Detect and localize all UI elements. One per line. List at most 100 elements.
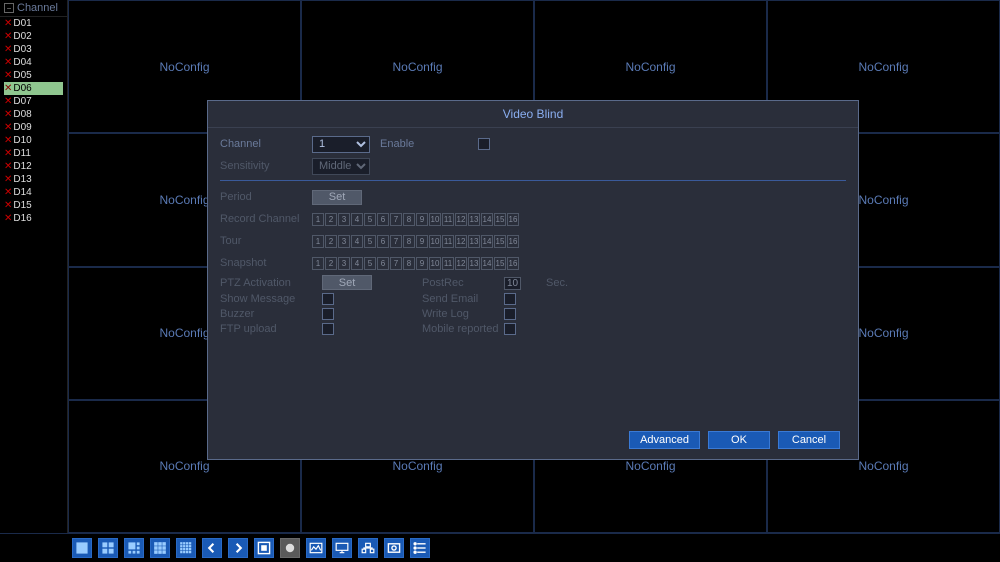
- show-message-checkbox[interactable]: [322, 293, 334, 305]
- mobile-reported-checkbox[interactable]: [504, 323, 516, 335]
- channel-num-box[interactable]: 5: [364, 257, 376, 270]
- channel-item[interactable]: ✕D05: [4, 69, 63, 82]
- channel-item[interactable]: ✕D04: [4, 56, 63, 69]
- channel-num-box[interactable]: 14: [481, 235, 493, 248]
- channel-item[interactable]: ✕D16: [4, 212, 63, 225]
- channel-num-box[interactable]: 7: [390, 213, 402, 226]
- postrec-input[interactable]: 10: [504, 277, 521, 290]
- prev-icon[interactable]: [202, 538, 222, 558]
- channel-num-box[interactable]: 14: [481, 257, 493, 270]
- channel-select[interactable]: 1: [312, 136, 370, 153]
- channel-num-box[interactable]: 15: [494, 257, 506, 270]
- channel-num-box[interactable]: 4: [351, 257, 363, 270]
- ok-button[interactable]: OK: [708, 431, 770, 449]
- channel-num-box[interactable]: 15: [494, 213, 506, 226]
- fullscreen-icon[interactable]: [254, 538, 274, 558]
- list-icon[interactable]: [410, 538, 430, 558]
- channel-num-box[interactable]: 12: [455, 213, 467, 226]
- channel-num-box[interactable]: 7: [390, 257, 402, 270]
- channel-num-box[interactable]: 8: [403, 257, 415, 270]
- enable-checkbox[interactable]: [478, 138, 490, 150]
- x-icon: ✕: [4, 57, 12, 68]
- channel-num-box[interactable]: 1: [312, 213, 324, 226]
- channel-num-box[interactable]: 6: [377, 257, 389, 270]
- channel-num-box[interactable]: 6: [377, 235, 389, 248]
- layout-4-icon[interactable]: [98, 538, 118, 558]
- network-icon[interactable]: [358, 538, 378, 558]
- channel-num-box[interactable]: 13: [468, 257, 480, 270]
- channel-item[interactable]: ✕D08: [4, 108, 63, 121]
- channel-item[interactable]: ✕D07: [4, 95, 63, 108]
- channel-item[interactable]: ✕D06: [4, 82, 63, 95]
- send-email-checkbox[interactable]: [504, 293, 516, 305]
- channel-num-box[interactable]: 16: [507, 213, 519, 226]
- layout-9-icon[interactable]: [150, 538, 170, 558]
- collapse-icon[interactable]: −: [4, 3, 14, 13]
- cell-label: NoConfig: [625, 60, 675, 74]
- channel-num-box[interactable]: 10: [429, 213, 441, 226]
- monitor-icon[interactable]: [332, 538, 352, 558]
- channel-num-box[interactable]: 3: [338, 257, 350, 270]
- disk-icon[interactable]: [384, 538, 404, 558]
- write-log-checkbox[interactable]: [504, 308, 516, 320]
- channel-num-box[interactable]: 15: [494, 235, 506, 248]
- channel-num-box[interactable]: 12: [455, 257, 467, 270]
- period-set-button[interactable]: Set: [312, 190, 362, 205]
- channel-num-box[interactable]: 16: [507, 257, 519, 270]
- channel-num-box[interactable]: 4: [351, 213, 363, 226]
- channel-num-box[interactable]: 4: [351, 235, 363, 248]
- channel-num-box[interactable]: 9: [416, 235, 428, 248]
- channel-num-box[interactable]: 3: [338, 235, 350, 248]
- channel-num-box[interactable]: 9: [416, 213, 428, 226]
- channel-item[interactable]: ✕D12: [4, 160, 63, 173]
- advanced-button[interactable]: Advanced: [629, 431, 700, 449]
- channel-item[interactable]: ✕D15: [4, 199, 63, 212]
- ptz-set-button[interactable]: Set: [322, 275, 372, 290]
- channel-num-box[interactable]: 7: [390, 235, 402, 248]
- channel-num-box[interactable]: 2: [325, 213, 337, 226]
- channel-num-box[interactable]: 11: [442, 257, 454, 270]
- layout-16-icon[interactable]: [176, 538, 196, 558]
- channel-num-box[interactable]: 9: [416, 257, 428, 270]
- channel-num-box[interactable]: 2: [325, 257, 337, 270]
- cell-label: NoConfig: [159, 459, 209, 473]
- buzzer-checkbox[interactable]: [322, 308, 334, 320]
- channel-num-box[interactable]: 8: [403, 213, 415, 226]
- x-icon: ✕: [4, 96, 12, 107]
- next-icon[interactable]: [228, 538, 248, 558]
- channel-num-box[interactable]: 1: [312, 235, 324, 248]
- channel-num-box[interactable]: 2: [325, 235, 337, 248]
- ftp-upload-checkbox[interactable]: [322, 323, 334, 335]
- channel-item[interactable]: ✕D13: [4, 173, 63, 186]
- layout-1-icon[interactable]: [72, 538, 92, 558]
- image-icon[interactable]: [306, 538, 326, 558]
- channel-num-box[interactable]: 10: [429, 235, 441, 248]
- channel-num-box[interactable]: 5: [364, 235, 376, 248]
- channel-item[interactable]: ✕D10: [4, 134, 63, 147]
- channel-item[interactable]: ✕D03: [4, 43, 63, 56]
- layout-8-icon[interactable]: [124, 538, 144, 558]
- channel-num-box[interactable]: 12: [455, 235, 467, 248]
- channel-num-box[interactable]: 6: [377, 213, 389, 226]
- channel-num-box[interactable]: 11: [442, 213, 454, 226]
- channel-num-box[interactable]: 14: [481, 213, 493, 226]
- channel-num-box[interactable]: 11: [442, 235, 454, 248]
- channel-item[interactable]: ✕D14: [4, 186, 63, 199]
- channel-num-box[interactable]: 8: [403, 235, 415, 248]
- channel-num-box[interactable]: 3: [338, 213, 350, 226]
- channel-num-box[interactable]: 10: [429, 257, 441, 270]
- channel-num-box[interactable]: 5: [364, 213, 376, 226]
- sensitivity-select[interactable]: Middle: [312, 158, 370, 175]
- cell-label: NoConfig: [625, 459, 675, 473]
- channel-item[interactable]: ✕D01: [4, 17, 63, 30]
- cancel-button[interactable]: Cancel: [778, 431, 840, 449]
- channel-num-box[interactable]: 13: [468, 213, 480, 226]
- channel-num-box[interactable]: 1: [312, 257, 324, 270]
- channel-item[interactable]: ✕D11: [4, 147, 63, 160]
- channel-num-box[interactable]: 13: [468, 235, 480, 248]
- channel-item[interactable]: ✕D09: [4, 121, 63, 134]
- channel-num-box[interactable]: 16: [507, 235, 519, 248]
- channel-item[interactable]: ✕D02: [4, 30, 63, 43]
- channel-label: D16: [13, 213, 31, 224]
- ptz-icon[interactable]: [280, 538, 300, 558]
